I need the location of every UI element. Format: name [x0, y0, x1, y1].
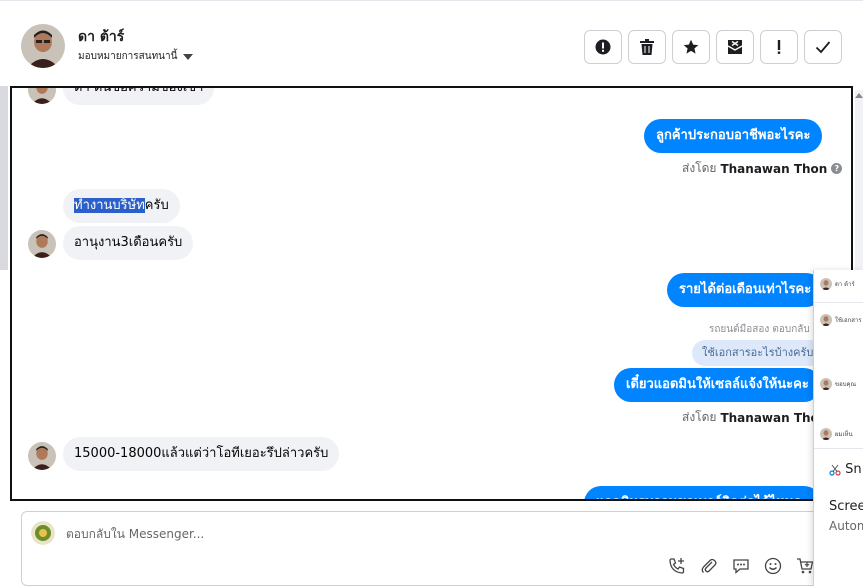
page-avatar: [31, 521, 55, 545]
outgoing-message[interactable]: แอดมินรบกวนขอเบอร์ติดต่อได้ไหมคะ: [584, 486, 822, 499]
mark-unread-button[interactable]: [716, 30, 754, 64]
saved-reply-icon: [733, 559, 749, 574]
overlay-row: ดา ต้าร์: [820, 278, 855, 290]
incoming-message[interactable]: อานุงาน3เดือนครับ: [63, 226, 194, 260]
reply-input[interactable]: [66, 524, 666, 544]
avatar: [820, 428, 832, 440]
assign-conversation-dropdown[interactable]: มอบหมายการสนทนานี้: [78, 49, 194, 64]
contact-message-avatar: [28, 442, 56, 470]
exclamation-icon: [777, 40, 781, 54]
scroll-up-arrow-icon[interactable]: [855, 93, 863, 98]
message-thread[interactable]: ดา ต้นข้อความของเขา ลูกค้าประกอบอาชีพอะไ…: [10, 86, 853, 501]
contact-name: ดา ต้าร์: [78, 29, 125, 45]
help-icon[interactable]: ?: [831, 163, 843, 174]
attach-button[interactable]: [699, 556, 719, 576]
inbox-conversation: ดา ต้าร์ มอบหมายการสนทนานี้ ดา ต้นข้อควา…: [0, 0, 863, 586]
sent-by-label: ส่งโดย Thanawan Thon: [682, 410, 828, 425]
snipping-tool-label[interactable]: Sn: [829, 462, 862, 477]
composer-actions: [667, 556, 815, 576]
incoming-message[interactable]: 15000-18000แล้วแต่ว่าโอทีเยอะรึปล่าวครับ: [63, 437, 340, 471]
incoming-message[interactable]: ทำงานบริษัทครับ: [63, 189, 180, 223]
outgoing-message[interactable]: เดี๋ยวแอดมินให้เซลล์แจ้งให้นะคะ: [614, 368, 821, 402]
selected-text: ทำงานบริษัท: [74, 198, 145, 213]
outgoing-message[interactable]: รายได้ต่อเดือนเท่าไรคะ: [667, 273, 824, 307]
conversation-toolbar: [584, 30, 842, 64]
delete-button[interactable]: [628, 30, 666, 64]
replied-message-quote[interactable]: ใช้เอกสารอะไรบ้างครับ: [692, 340, 824, 366]
avatar: [820, 278, 832, 290]
autom-label: Autom: [829, 519, 863, 533]
conversation-header: ดา ต้าร์ มอบหมายการสนทนานี้: [0, 0, 863, 86]
avatar: [820, 314, 832, 326]
screenshot-label: Scree: [829, 499, 863, 514]
sent-by-label: ส่งโดย Thanawan Thon?: [682, 159, 843, 178]
attachment-icon: [701, 558, 717, 573]
overlay-row: ผมเห็น: [820, 428, 853, 440]
screenshot-overlay-panel[interactable]: ดา ต้าร์ ใช้เอกสาร ขอบคุณ ผมเห็น Sn Scre…: [813, 270, 863, 586]
phone-add-icon: [669, 558, 685, 574]
contact-message-avatar: [28, 230, 56, 258]
outgoing-message[interactable]: ลูกค้าประกอบอาชีพอะไรคะ: [644, 119, 823, 153]
important-button[interactable]: [760, 30, 798, 64]
cart-button[interactable]: [795, 556, 815, 576]
overlay-row: ใช้เอกสาร: [820, 314, 862, 326]
contact-message-avatar: [28, 88, 56, 104]
reply-context-label: รถยนต์มือสอง ตอบกลับ: [709, 324, 810, 335]
spam-button[interactable]: [584, 30, 622, 64]
overlay-row: ขอบคุณ: [820, 378, 856, 390]
emoji-icon: [764, 557, 782, 575]
star-button[interactable]: [672, 30, 710, 64]
done-button[interactable]: [804, 30, 842, 64]
star-icon: [683, 39, 699, 54]
alert-circle-icon: [595, 39, 611, 55]
envelope-x-icon: [727, 40, 743, 54]
scissors-icon: [829, 464, 841, 476]
assign-label: มอบหมายการสนทนานี้: [78, 51, 178, 62]
reply-composer: [21, 511, 861, 586]
saved-replies-button[interactable]: [731, 556, 751, 576]
emoji-button[interactable]: [763, 556, 783, 576]
add-phone-button[interactable]: [667, 556, 687, 576]
cart-icon: [797, 558, 814, 574]
left-panel-edge: [0, 86, 8, 270]
check-icon: [815, 41, 831, 54]
incoming-message[interactable]: ดา ต้นข้อความของเขา: [63, 88, 215, 105]
contact-avatar[interactable]: [21, 24, 65, 68]
trash-icon: [640, 39, 654, 55]
avatar: [820, 378, 832, 390]
caret-down-icon: [183, 53, 194, 60]
